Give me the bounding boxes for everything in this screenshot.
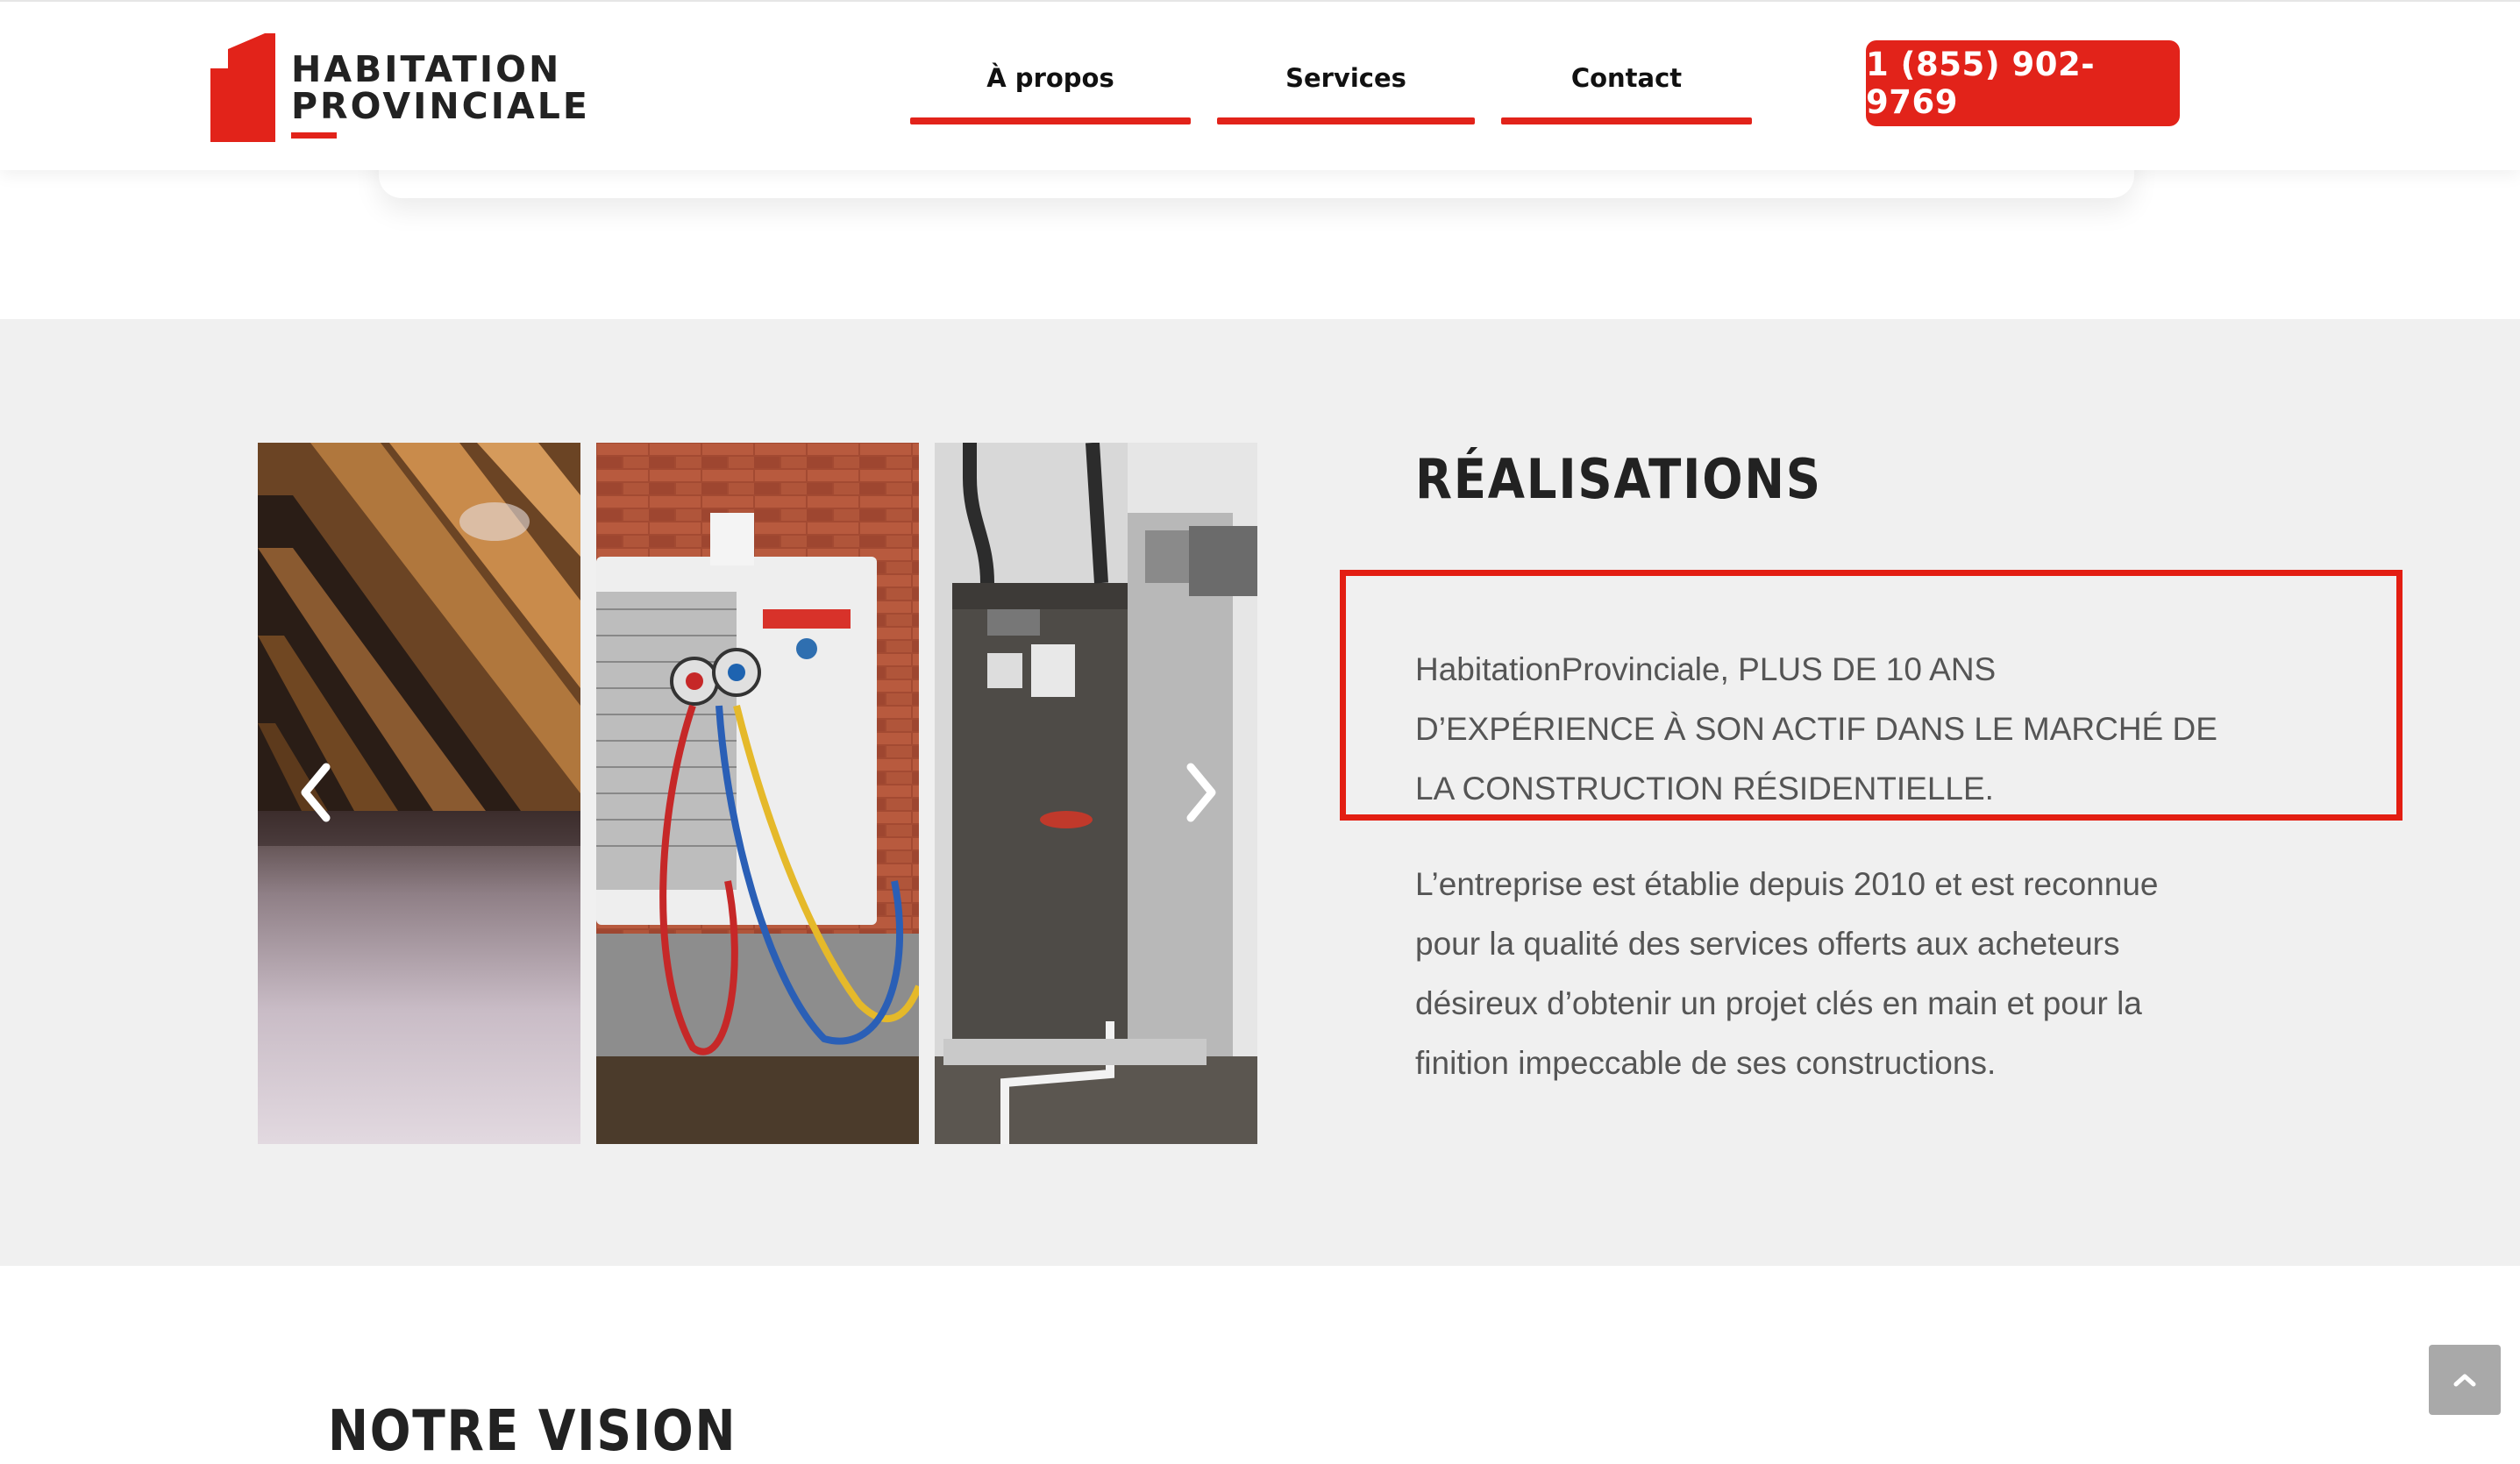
logo-line-2: PROVINCIALE bbox=[291, 85, 590, 127]
gallery-image-2[interactable] bbox=[596, 443, 919, 1144]
gallery-next-button[interactable] bbox=[1175, 761, 1228, 824]
house-logo-icon bbox=[210, 33, 275, 142]
scroll-to-top-button[interactable] bbox=[2429, 1345, 2501, 1415]
gallery-prev-button[interactable] bbox=[289, 761, 342, 824]
nav-link-contact[interactable]: Contact bbox=[1501, 63, 1752, 124]
site-header: HABITATION PROVINCIALE À propos Services… bbox=[0, 0, 2520, 170]
chevron-right-icon bbox=[1186, 763, 1216, 822]
body-line-2: pour la qualité des services offerts aux… bbox=[1415, 926, 2120, 962]
logo-line-1: HABITATION bbox=[291, 48, 562, 90]
body-line-1: L’entreprise est établie depuis 2010 et … bbox=[1415, 866, 2159, 902]
body-line-3: désireux d’obtenir un projet clés en mai… bbox=[1415, 985, 2142, 1021]
phone-button[interactable]: 1 (855) 902-9769 bbox=[1866, 40, 2180, 126]
highlight-line-1: HabitationProvinciale, PLUS DE 10 ANS bbox=[1415, 651, 1997, 687]
chevron-left-icon bbox=[301, 763, 331, 822]
logo-underline bbox=[291, 132, 337, 139]
body-line-4: finition impeccable de ses constructions… bbox=[1415, 1045, 1997, 1081]
nav-link-a-propos[interactable]: À propos bbox=[910, 63, 1191, 124]
highlight-line-2: D’EXPÉRIENCE À SON ACTIF DANS LE MARCHÉ … bbox=[1415, 711, 2217, 747]
chevron-up-icon bbox=[2453, 1374, 2476, 1387]
site-logo[interactable]: HABITATION PROVINCIALE bbox=[210, 33, 587, 142]
highlight-line-3: LA CONSTRUCTION RÉSIDENTIELLE. bbox=[1415, 771, 1994, 807]
realisations-heading: RÉALISATIONS bbox=[1415, 447, 1822, 511]
body-paragraph: L’entreprise est établie depuis 2010 et … bbox=[1415, 855, 2222, 1093]
vision-heading: NOTRE VISION bbox=[328, 1399, 737, 1464]
heat-pump-outdoor-unit-photo-icon bbox=[596, 443, 919, 1144]
logo-wordmark: HABITATION PROVINCIALE bbox=[291, 51, 590, 124]
nav-link-services[interactable]: Services bbox=[1217, 63, 1475, 124]
highlight-paragraph: HabitationProvinciale, PLUS DE 10 ANS D’… bbox=[1415, 640, 2222, 819]
